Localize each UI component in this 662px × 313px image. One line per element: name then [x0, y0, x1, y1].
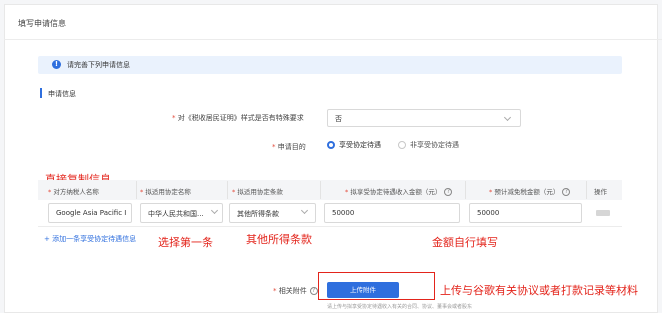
purpose-label: * 申请目的 — [272, 142, 306, 152]
radio-non-treaty-label[interactable]: 非享受协定待遇 — [410, 140, 459, 150]
column-divider — [465, 181, 466, 199]
annotation-choose-first: 选择第一条 — [158, 236, 213, 249]
radio-enjoy-treaty-label[interactable]: 享受协定待遇 — [339, 140, 381, 150]
column-divider — [586, 181, 587, 199]
attachment-hint: 请上传与拟享受协定待遇收入有关的合同、协议、董事会或者股东 — [327, 304, 473, 310]
radio-enjoy-treaty[interactable] — [327, 141, 335, 149]
help-icon[interactable]: ? — [309, 287, 318, 295]
title-divider — [4, 39, 662, 40]
help-icon[interactable]: ? — [562, 188, 571, 196]
annotation-upload-note: 上传与谷歌有关协议或者打款记录等材料 — [440, 284, 638, 297]
section-title: 申请信息 — [48, 90, 76, 98]
header-clause: * 拟适用协定条款 — [232, 188, 283, 196]
annotation-fill-amount: 金额自行填写 — [432, 236, 498, 249]
header-counterparty: * 对方纳税人名称 — [48, 188, 99, 196]
agreement-value: 中华人民共和国... — [148, 210, 204, 218]
special-requirement-label-text: 对《税收居民证明》样式是否有特殊要求 — [177, 114, 304, 122]
header-income-amount-text: 拟享受协定待遇收入金额（元） — [350, 188, 442, 196]
add-treaty-row-link[interactable]: + 添加一条享受协定待遇信息 — [44, 234, 136, 244]
header-clause-text: 拟适用协定条款 — [237, 188, 283, 196]
column-divider — [320, 181, 321, 199]
chevron-down-icon — [503, 113, 512, 122]
income-amount-input[interactable]: 50000 — [324, 203, 460, 223]
special-requirement-select[interactable]: 否 — [327, 109, 521, 127]
counterparty-input[interactable]: Google Asia Pacific I — [48, 203, 132, 223]
application-card — [4, 4, 658, 313]
column-divider — [227, 181, 228, 199]
header-agreement: * 拟适用协定名称 — [140, 188, 191, 196]
header-relief-amount: * 预计减免税金额（元）? — [489, 186, 571, 196]
header-agreement-text: 拟适用协定名称 — [145, 188, 191, 196]
help-icon[interactable]: ? — [444, 188, 453, 196]
special-requirement-label: * 对《税收居民证明》样式是否有特殊要求 — [172, 113, 304, 123]
info-icon: ! — [52, 60, 61, 69]
header-relief-amount-text: 预计减免税金额（元） — [494, 188, 560, 196]
agreement-select[interactable]: 中华人民共和国... — [140, 203, 223, 223]
special-requirement-value: 否 — [335, 115, 342, 123]
upload-attachment-button[interactable]: 上传附件 — [327, 282, 399, 298]
delete-row-button[interactable] — [596, 210, 610, 216]
annotation-other-income-clause: 其他所得条款 — [246, 233, 312, 246]
header-income-amount: * 拟享受协定待遇收入金额（元）? — [345, 186, 453, 196]
radio-non-treaty[interactable] — [398, 141, 406, 149]
attachment-label: * 相关附件? — [273, 286, 318, 296]
card-title: 填写申请信息 — [18, 19, 66, 28]
notice-banner: ! 请完善下列申请信息 — [38, 56, 622, 74]
relief-amount-input[interactable]: 50000 — [469, 203, 582, 223]
attachment-label-text: 相关附件 — [278, 287, 307, 295]
column-divider — [136, 181, 137, 199]
header-counterparty-text: 对方纳税人名称 — [53, 188, 99, 196]
section-marker — [40, 88, 42, 98]
notice-text: 请完善下列申请信息 — [67, 61, 130, 69]
header-actions: 操作 — [594, 188, 607, 196]
purpose-label-text: 申请目的 — [277, 143, 306, 151]
row-divider — [38, 226, 622, 227]
clause-value: 其他所得条款 — [237, 210, 279, 218]
